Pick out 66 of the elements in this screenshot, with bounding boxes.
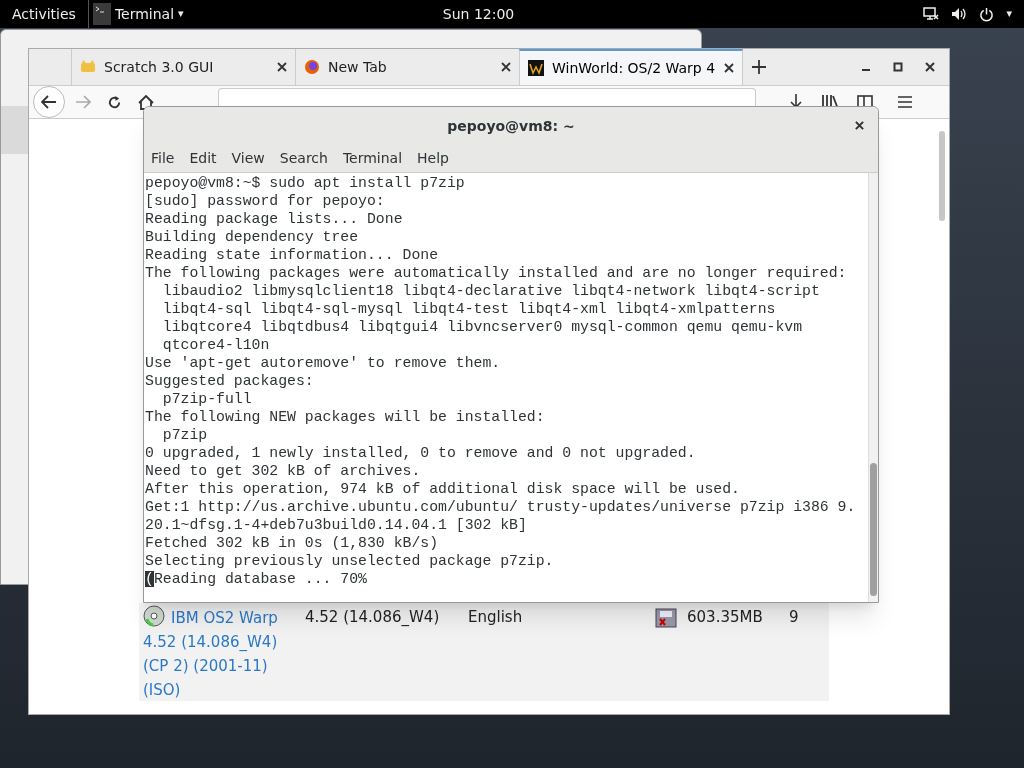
terminal-line: Need to get 302 kB of archives. (145, 462, 422, 480)
scrollbar-thumb[interactable] (939, 131, 945, 221)
count-text: 9 (789, 607, 799, 628)
browser-tab[interactable]: Scratch 3.0 GUI (71, 49, 295, 85)
network-icon (923, 7, 940, 21)
terminal-line: Building dependency tree (145, 228, 360, 246)
size-text: 603.35MB (687, 607, 764, 628)
app-menu[interactable]: Terminal ▾ (88, 3, 184, 25)
terminal-icon (92, 3, 111, 25)
browser-tab[interactable]: WinWorld: OS/2 Warp 4 (519, 49, 743, 85)
maximize-icon[interactable] (893, 62, 903, 72)
disc-icon (143, 605, 165, 627)
volume-icon (951, 7, 968, 21)
terminal-line: pepoyo@vm8:~$ sudo apt install p7zip (145, 174, 466, 192)
terminal-line: Suggested packages: (145, 372, 315, 390)
terminal-line: Reading package lists... Done (145, 210, 404, 228)
terminal-line: After this operation, 974 kB of additional disk space will be used. (145, 480, 741, 498)
back-arrow-icon (41, 95, 57, 109)
menu-item[interactable]: Terminal (336, 148, 409, 169)
tab-icon (80, 59, 96, 75)
clock[interactable]: Sun 12:00 (442, 3, 515, 25)
download-link[interactable]: IBM OS2 Warp 4.52 (14.086_W4) (CP 2) (2001-11) (ISO) (143, 605, 303, 702)
tab-icon (304, 59, 320, 75)
terminal-line: Fetched 302 kB in 0s (1,830 kB/s) (145, 534, 440, 552)
window-title: pepoyo@vm8: ~ (447, 116, 575, 136)
menu-item[interactable]: Edit (183, 148, 223, 169)
tab-icon (528, 60, 544, 76)
terminal-line: Get:1 http://us.archive.ubuntu.com/ubuntu/ trusty-updates/universe p7zip i386 9. (145, 498, 857, 516)
caret-icon: ▾ (178, 5, 184, 23)
app-menu-label: Terminal (114, 4, 175, 24)
menu-item[interactable]: View (225, 148, 271, 169)
scrollbar-thumb[interactable] (870, 463, 877, 596)
floppy-icon (655, 608, 677, 628)
menu-item[interactable]: Help (411, 148, 455, 169)
terminal-line: [sudo] password for pepoyo: (145, 192, 386, 210)
terminal-line: 0 upgraded, 1 newly installed, 0 to remove and 0 not upgraded. (145, 444, 697, 462)
terminal-line: The following NEW packages will be installed: (145, 408, 546, 426)
terminal-line: (Reading database ... 70% (145, 570, 368, 588)
terminal-line: 20.1~dfsg.1-4+deb7u3build0.14.04.1 [302 kB] (145, 516, 528, 534)
terminal-line: qtcore4-l10n (161, 336, 271, 354)
terminal-line: The following packages were automatically installed and are no longer required: (145, 264, 848, 282)
terminal-line: p7zip-full (161, 390, 253, 408)
menu-icon[interactable] (897, 95, 913, 109)
power-icon (979, 6, 995, 22)
terminal-line: libqt4-sql libqt4-sql-mysql libqt4-test libqt4-xml libqt4-xmlpatterns (161, 300, 777, 318)
terminal-line: Selecting previously unselected package p7zip. (145, 552, 555, 570)
menu-item[interactable]: Search (273, 148, 334, 169)
system-menu[interactable]: ▾ (923, 5, 1024, 23)
back-button[interactable] (33, 86, 65, 118)
close-icon[interactable] (925, 62, 935, 72)
close-icon[interactable] (501, 62, 511, 72)
caret-icon: ▾ (1006, 5, 1012, 23)
close-icon[interactable] (277, 62, 287, 72)
activities-button[interactable]: Activities (0, 3, 88, 25)
terminal-line: Use 'apt-get autoremove' to remove them. (145, 354, 502, 372)
reload-icon[interactable] (107, 94, 122, 110)
menu-item[interactable]: File (145, 148, 181, 169)
language-text: English (468, 607, 524, 628)
close-icon[interactable] (724, 63, 734, 73)
terminal-line: p7zip (161, 426, 209, 444)
new-tab-icon[interactable] (752, 60, 766, 74)
terminal-line: libqtcore4 libqtdbus4 libqtgui4 libvncserver0 mysql-common qemu qemu-kvm (161, 318, 804, 336)
version-text: 4.52 (14.086_W4) (305, 607, 441, 628)
terminal-line: Reading state information... Done (145, 246, 440, 264)
terminal-line: libaudio2 libmysqlclient18 libqt4-declarative libqt4-network libqt4-script (161, 282, 821, 300)
close-icon[interactable] (855, 121, 864, 130)
